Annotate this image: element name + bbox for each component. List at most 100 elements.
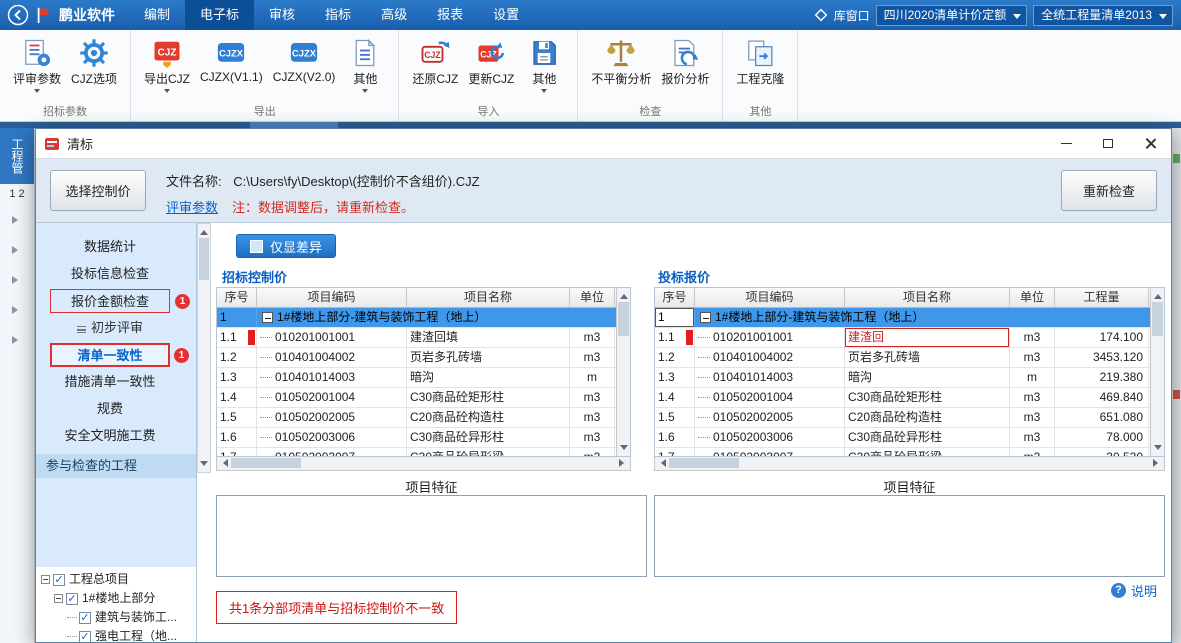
cell-name[interactable]: 建渣回 bbox=[845, 328, 1010, 347]
nav-scrollbar[interactable] bbox=[197, 223, 211, 473]
table-row[interactable]: 11#楼地上部分-建筑与装饰工程（地上） bbox=[217, 308, 617, 328]
cell-name[interactable]: 页岩多孔砖墙 bbox=[407, 348, 570, 367]
sidebar-item-报价金额检查[interactable]: 报价金额检查1 bbox=[50, 289, 170, 313]
cell-name[interactable]: C30商品砼矩形柱 bbox=[407, 388, 570, 407]
sidebar-item-规费[interactable]: 规费 bbox=[50, 397, 170, 421]
chevron-right-icon[interactable] bbox=[12, 246, 22, 254]
cell-unit[interactable]: m3 bbox=[570, 328, 615, 347]
cell-seq[interactable]: 1.5 bbox=[217, 408, 257, 427]
show-diff-only-button[interactable]: 仅显差异 bbox=[236, 234, 336, 258]
cell-name[interactable]: C30商品砼矩形柱 bbox=[845, 388, 1010, 407]
cell-seq[interactable]: 1.4 bbox=[655, 388, 695, 407]
table-row[interactable]: 1.2010401004002页岩多孔砖墙m3 bbox=[217, 348, 617, 368]
table-row[interactable]: 1.6010502003006C30商品砼异形柱m378.000 bbox=[655, 428, 1151, 448]
list-standard-dropdown[interactable]: 全统工程量清单2013 bbox=[1033, 5, 1173, 26]
cell-unit[interactable]: m3 bbox=[570, 428, 615, 447]
minimize-button[interactable] bbox=[1045, 129, 1087, 159]
cell-qty[interactable]: 30.530 bbox=[1055, 448, 1149, 456]
cell-code[interactable]: 010502003006 bbox=[695, 428, 845, 447]
diff-checkbox[interactable] bbox=[250, 240, 263, 253]
ribbon-button-还原CJZ[interactable]: CJZ还原CJZ bbox=[407, 35, 463, 89]
cell-code[interactable]: 010401014003 bbox=[695, 368, 845, 387]
cell-seq[interactable]: 1.3 bbox=[655, 368, 695, 387]
cell-seq[interactable]: 1.2 bbox=[655, 348, 695, 367]
cell-unit[interactable]: m3 bbox=[1010, 388, 1055, 407]
ribbon-button-报价分析[interactable]: 报价分析 bbox=[656, 35, 714, 89]
cell-code[interactable]: 010401014003 bbox=[257, 368, 407, 387]
cell-name[interactable]: 建渣回填 bbox=[407, 328, 570, 347]
cell-unit[interactable]: m3 bbox=[570, 348, 615, 367]
cell-unit[interactable]: m bbox=[1010, 368, 1055, 387]
chevron-right-icon[interactable] bbox=[12, 306, 22, 314]
cell-code[interactable]: 010401004002 bbox=[695, 348, 845, 367]
menu-tab-审核[interactable]: 审核 bbox=[254, 0, 310, 30]
table-row[interactable]: 1.4010502001004C30商品砼矩形柱m3469.840 bbox=[655, 388, 1151, 408]
cell-name[interactable]: C20商品砼构造柱 bbox=[407, 408, 570, 427]
cell-unit[interactable]: m3 bbox=[1010, 428, 1055, 447]
cell-unit[interactable]: m3 bbox=[570, 388, 615, 407]
cell-unit[interactable]: m3 bbox=[1010, 328, 1055, 347]
table-row[interactable]: 1.5010502002005C20商品砼构造柱m3 bbox=[217, 408, 617, 428]
cell-name[interactable]: 暗沟 bbox=[407, 368, 570, 387]
scroll-down-icon[interactable] bbox=[620, 445, 628, 454]
scroll-right-icon[interactable] bbox=[1153, 459, 1162, 467]
sidebar-item-投标信息检查[interactable]: 投标信息检查 bbox=[50, 262, 170, 286]
cell-seq[interactable]: 1.6 bbox=[655, 428, 695, 447]
cell-name[interactable]: C30商品砼异形梁 bbox=[407, 448, 570, 456]
cell-unit[interactable]: m3 bbox=[570, 448, 615, 456]
cell-code[interactable]: 010502002005 bbox=[257, 408, 407, 427]
scroll-down-icon[interactable] bbox=[1154, 445, 1162, 454]
menu-tab-报表[interactable]: 报表 bbox=[422, 0, 478, 30]
chevron-right-icon[interactable] bbox=[12, 336, 22, 344]
close-button[interactable] bbox=[1129, 129, 1171, 159]
cell-name[interactable]: 页岩多孔砖墙 bbox=[845, 348, 1010, 367]
menu-tab-编制[interactable]: 编制 bbox=[129, 0, 185, 30]
cell-name[interactable]: C30商品砼异形柱 bbox=[407, 428, 570, 447]
menu-tab-电子标[interactable]: 电子标 bbox=[185, 0, 254, 30]
table-hscrollbar[interactable] bbox=[654, 457, 1165, 471]
cell-name[interactable]: C30商品砼异形柱 bbox=[845, 428, 1010, 447]
sidebar-item-清单一致性[interactable]: 清单一致性1 bbox=[50, 343, 170, 367]
cell-qty[interactable]: 3453.120 bbox=[1055, 348, 1149, 367]
ribbon-button-其他[interactable]: 其他 bbox=[519, 35, 569, 98]
chevron-right-icon[interactable] bbox=[12, 216, 22, 224]
ribbon-button-评审参数[interactable]: 评审参数 bbox=[8, 35, 66, 98]
cell-name[interactable]: C30商品砼异形梁 bbox=[845, 448, 1010, 456]
tree-item[interactable]: ✓1#楼地上部分 bbox=[36, 589, 196, 608]
scroll-up-icon[interactable] bbox=[620, 290, 628, 299]
cell-seq[interactable]: 1.7 bbox=[655, 448, 695, 456]
cell-unit[interactable]: m3 bbox=[1010, 408, 1055, 427]
scroll-up-icon[interactable] bbox=[200, 226, 208, 235]
cell-seq[interactable]: 1.6 bbox=[217, 428, 257, 447]
ribbon-button-CJZ选项[interactable]: CJZ选项 bbox=[66, 35, 122, 89]
sidebar-item-初步评审[interactable]: 初步评审 bbox=[50, 316, 170, 340]
scroll-down-icon[interactable] bbox=[200, 461, 208, 470]
collapse-icon[interactable] bbox=[54, 594, 63, 603]
table-hscrollbar[interactable] bbox=[216, 457, 631, 471]
project-manager-tab[interactable]: 工程管 bbox=[0, 128, 34, 184]
checkbox[interactable]: ✓ bbox=[53, 574, 65, 586]
tree-item[interactable]: ✓建筑与装饰工... bbox=[36, 608, 196, 627]
checkbox[interactable]: ✓ bbox=[79, 612, 91, 624]
sidebar-item-安全文明施工费[interactable]: 安全文明施工费 bbox=[50, 424, 170, 448]
cell-qty[interactable]: 469.840 bbox=[1055, 388, 1149, 407]
ribbon-button-工程克隆[interactable]: 工程克隆 bbox=[731, 35, 789, 89]
ribbon-button-其他[interactable]: 其他 bbox=[340, 35, 390, 98]
scroll-left-icon[interactable] bbox=[657, 459, 666, 467]
checkbox[interactable]: ✓ bbox=[79, 631, 91, 643]
table-row[interactable]: 1.3010401014003暗沟m219.380 bbox=[655, 368, 1151, 388]
cell-qty[interactable]: 174.100 bbox=[1055, 328, 1149, 347]
table-row[interactable]: 1.6010502003006C30商品砼异形柱m3 bbox=[217, 428, 617, 448]
cell-qty[interactable]: 219.380 bbox=[1055, 368, 1149, 387]
cell-seq[interactable]: 1.4 bbox=[217, 388, 257, 407]
cell-seq[interactable]: 1 bbox=[655, 308, 695, 327]
cell-qty[interactable]: 651.080 bbox=[1055, 408, 1149, 427]
cell-seq[interactable]: 1.1 bbox=[217, 328, 257, 347]
cell-unit[interactable]: m3 bbox=[1010, 448, 1055, 456]
menu-tab-设置[interactable]: 设置 bbox=[478, 0, 534, 30]
checkbox[interactable]: ✓ bbox=[66, 593, 78, 605]
cell-code[interactable]: 010502001004 bbox=[695, 388, 845, 407]
cell-seq[interactable]: 1.7 bbox=[217, 448, 257, 456]
cell-seq[interactable]: 1.5 bbox=[655, 408, 695, 427]
table-row[interactable]: 1.7010502003007C30商品砼异形梁m330.530 bbox=[655, 448, 1151, 456]
